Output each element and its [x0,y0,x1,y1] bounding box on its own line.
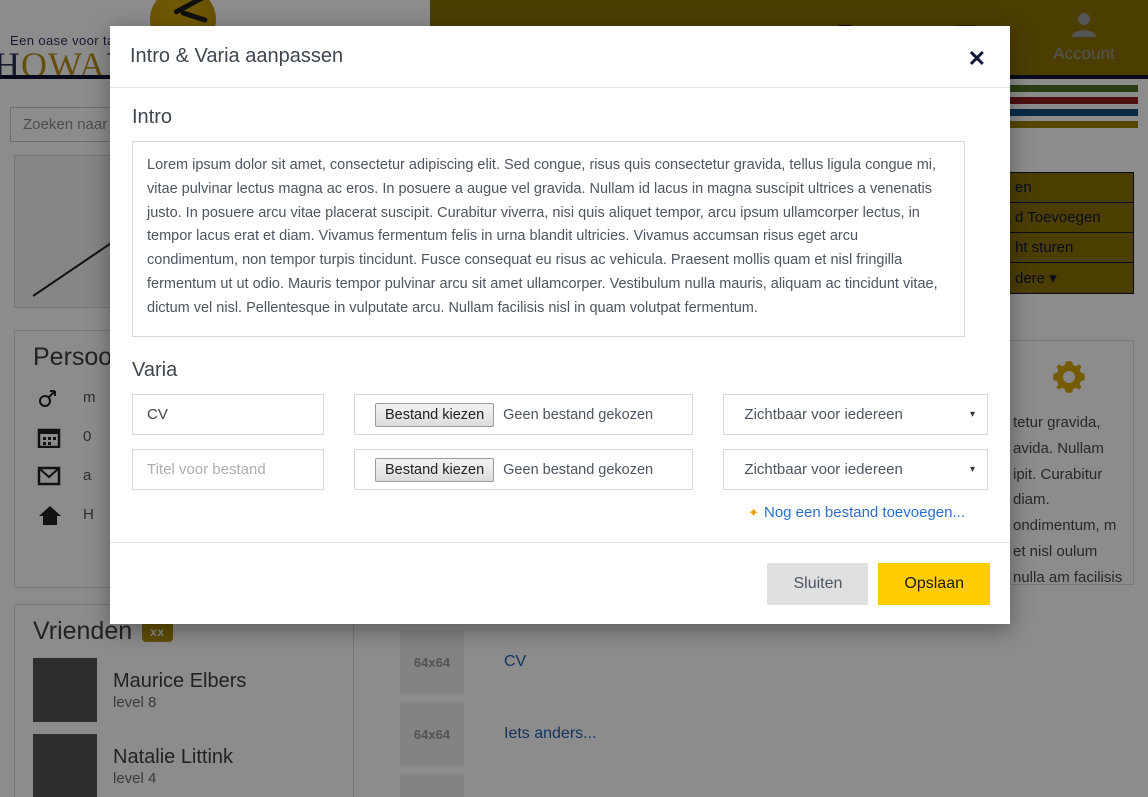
file-status-1: Geen bestand gekozen [503,406,654,423]
dialog-footer: Sluiten Opslaan [110,542,1010,624]
plus-icon: ✦ [748,505,759,520]
close-icon[interactable]: ✕ [962,44,992,74]
visibility-select-2[interactable]: Zichtbaar voor iedereen ▾ [723,449,988,490]
add-file-link[interactable]: Nog een bestand toevoegen... [764,504,965,521]
save-button[interactable]: Opslaan [878,562,990,605]
visibility-select-value-2: Zichtbaar voor iedereen [744,461,903,478]
visibility-select-1[interactable]: Zichtbaar voor iedereen ▾ [723,394,988,435]
dialog-header: Intro & Varia aanpassen ✕ [110,26,1010,88]
varia-row: Bestand kiezen Geen bestand gekozen Zich… [132,449,988,490]
intro-textarea[interactable] [132,141,965,337]
chevron-down-icon: ▾ [969,409,975,420]
varia-row: Bestand kiezen Geen bestand gekozen Zich… [132,394,988,435]
file-status-2: Geen bestand gekozen [503,461,654,478]
page-root: Een oase voor tal HOWAE [0,0,1148,797]
cancel-button[interactable]: Sluiten [767,562,869,605]
intro-section-label: Intro [132,106,173,128]
edit-intro-varia-dialog: Intro & Varia aanpassen ✕ Intro Varia Be… [110,26,1010,624]
varia-title-input-1[interactable] [132,394,324,435]
varia-title-input-2[interactable] [132,449,324,490]
varia-file-field-1[interactable]: Bestand kiezen Geen bestand gekozen [354,394,694,435]
dialog-body: Intro Varia Bestand kiezen Geen bestand … [110,88,1010,542]
page-title: Intro & Varia aanpassen [130,45,344,67]
choose-file-button-1[interactable]: Bestand kiezen [375,402,495,427]
varia-file-field-2[interactable]: Bestand kiezen Geen bestand gekozen [354,449,694,490]
varia-section-label: Varia [132,359,178,381]
chevron-down-icon: ▾ [969,464,975,475]
choose-file-button-2[interactable]: Bestand kiezen [375,457,495,482]
visibility-select-value-1: Zichtbaar voor iedereen [744,406,903,423]
add-more-file-row: ✦ Nog een bestand toevoegen... [132,504,965,522]
